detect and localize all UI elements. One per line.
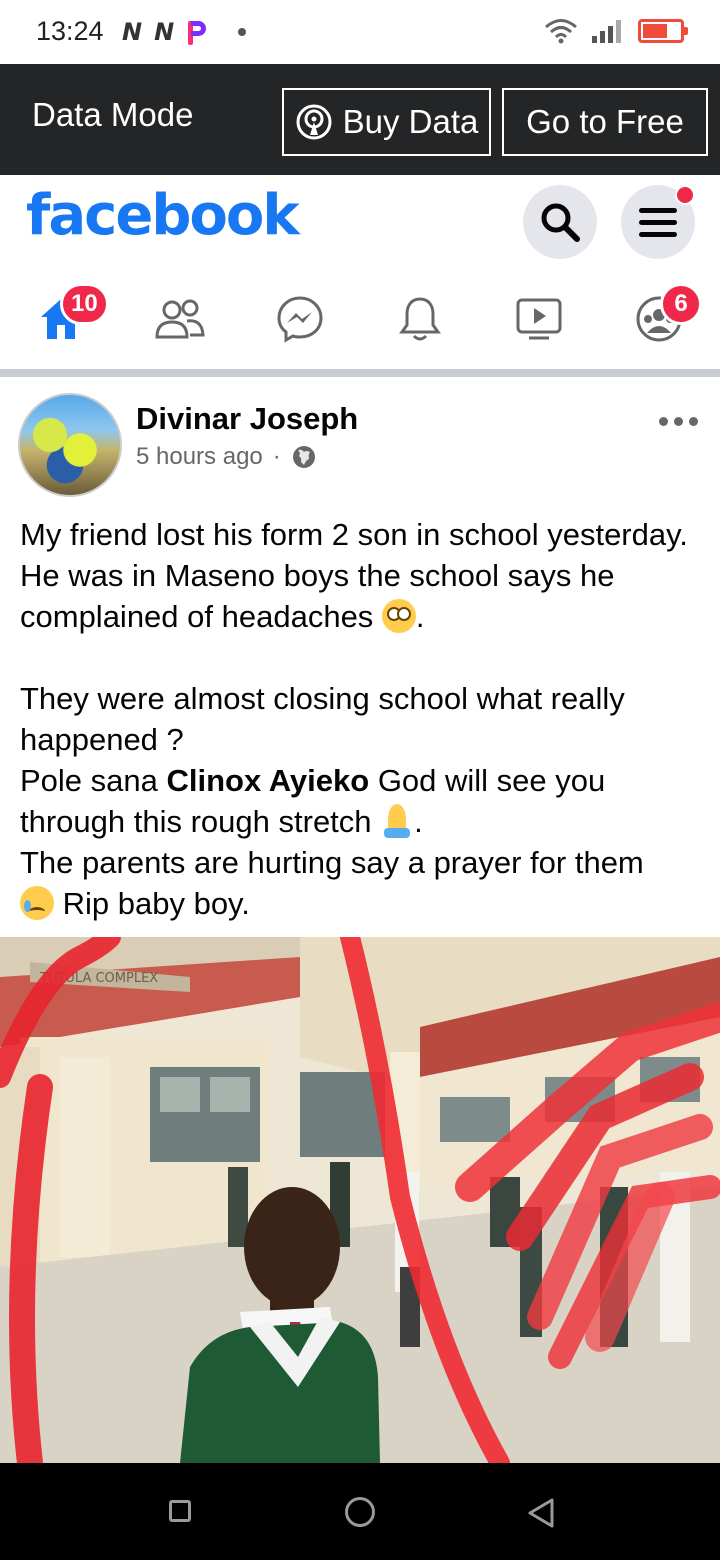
author-avatar[interactable]: [18, 393, 122, 497]
menu-notification-dot: [675, 185, 695, 205]
praying-hands-emoji-icon: [380, 804, 414, 838]
post-paragraph-1: My friend lost his form 2 son in school …: [20, 514, 710, 637]
post-text-line5: Rip baby boy.: [54, 886, 250, 921]
status-left-icons: N N: [122, 18, 247, 46]
post-text-line1-end: .: [415, 599, 425, 634]
dot: [689, 417, 698, 426]
picsart-p-icon: [186, 19, 208, 45]
tab-friends[interactable]: [145, 289, 215, 349]
buy-data-button[interactable]: Buy Data: [282, 88, 491, 156]
battery-icon: [638, 19, 688, 43]
facebook-logo[interactable]: facebook: [26, 183, 300, 248]
post-more-button[interactable]: [659, 417, 698, 426]
globe-icon: [292, 446, 315, 468]
tab-home[interactable]: 10: [26, 283, 109, 349]
status-bar: 13:24 N N: [0, 0, 720, 64]
post-header: Divinar Joseph 5 hours ago ·: [0, 377, 720, 507]
eye-roll-emoji-icon: [381, 599, 416, 633]
go-to-free-label: Go to Free: [526, 103, 684, 140]
tab-watch[interactable]: [504, 289, 574, 349]
bell-icon: [399, 297, 441, 341]
post-author-name[interactable]: Divinar Joseph: [136, 401, 358, 437]
status-right-icons: [544, 18, 688, 44]
back-button[interactable]: [526, 1497, 556, 1529]
post-text-line3-tail: .: [414, 804, 423, 839]
post-text-line4: The parents are hurting say a prayer for…: [20, 845, 644, 880]
feed-separator: [0, 369, 720, 377]
go-to-free-button[interactable]: Go to Free: [502, 88, 708, 156]
menu-button[interactable]: [621, 185, 695, 259]
dot: [659, 417, 668, 426]
broadcast-icon: [296, 104, 332, 140]
data-mode-banner: Data Mode Buy Data Go to Free: [0, 64, 720, 175]
video-icon: [516, 298, 562, 340]
android-nav-bar: [0, 1463, 720, 1560]
buy-data-label: Buy Data: [342, 103, 479, 140]
groups-badge: 6: [660, 283, 702, 325]
n-news-icon: N: [154, 18, 174, 46]
facebook-header: facebook: [0, 175, 720, 275]
meta-separator: ·: [272, 443, 281, 470]
nav-tabs: 10 6: [0, 275, 720, 371]
post-text-line2: They were almost closing school what rea…: [20, 681, 625, 757]
home-button[interactable]: [345, 1497, 375, 1527]
recents-button[interactable]: [169, 1500, 191, 1522]
wifi-icon: [545, 19, 577, 44]
search-button[interactable]: [523, 185, 597, 259]
status-time: 13:24: [36, 16, 104, 46]
friends-icon: [155, 299, 205, 339]
post-paragraph-2: They were almost closing school what rea…: [20, 678, 710, 924]
hamburger-menu-icon: [639, 208, 677, 237]
tagged-person-link[interactable]: Clinox Ayieko: [167, 763, 370, 798]
n-news-icon: N: [122, 18, 142, 46]
signal-icon: [592, 20, 621, 43]
tab-notifications[interactable]: [385, 289, 455, 349]
post-text-line1: My friend lost his form 2 son in school …: [20, 517, 688, 634]
home-badge: 10: [60, 283, 109, 325]
school-photo-illustration: TUTULA COMPLEX: [0, 937, 720, 1463]
post-photo[interactable]: TUTULA COMPLEX: [0, 937, 720, 1463]
data-mode-label: Data Mode: [32, 96, 194, 133]
notification-dot: [238, 28, 247, 36]
post-time[interactable]: 5 hours ago: [136, 443, 263, 471]
crying-face-emoji-icon: [20, 886, 54, 920]
tab-groups[interactable]: 6: [624, 283, 702, 349]
tab-messenger[interactable]: [265, 289, 335, 349]
post-text: My friend lost his form 2 son in school …: [20, 514, 710, 924]
dot: [674, 417, 683, 426]
post-text-line3-start: Pole sana: [20, 763, 167, 798]
messenger-icon: [277, 296, 323, 343]
search-icon: [541, 203, 580, 242]
post-meta: 5 hours ago ·: [136, 443, 317, 471]
